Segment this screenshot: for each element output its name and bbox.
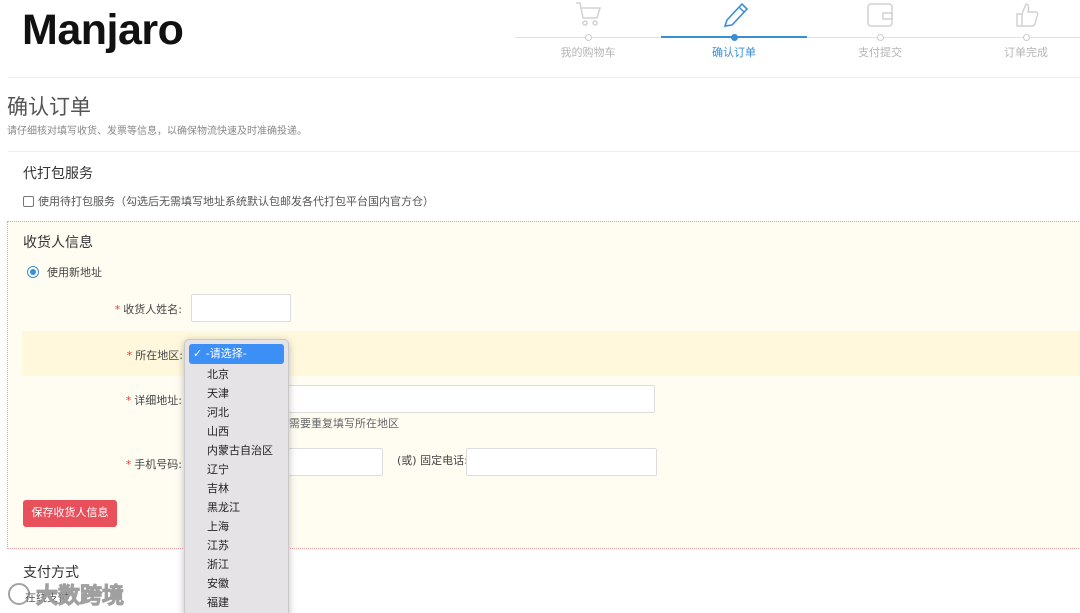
dropdown-option[interactable]: 内蒙古自治区	[185, 441, 288, 460]
logo[interactable]: Manjaro	[22, 6, 184, 55]
dropdown-option[interactable]: 福建	[185, 593, 288, 612]
name-label-text: 收货人姓名:	[123, 303, 182, 316]
name-label: * 收货人姓名:	[100, 301, 182, 317]
use-new-address-option[interactable]: 使用新地址	[27, 264, 102, 280]
phone-label: (或) 固定电话:	[397, 454, 468, 467]
step-label: 我的购物车	[560, 46, 616, 59]
address-hint: 需要重复填写所在地区	[289, 417, 399, 430]
dropdown-option[interactable]: 天津	[185, 384, 288, 403]
required-mark: *	[126, 349, 133, 362]
dropdown-option[interactable]: 河北	[185, 403, 288, 422]
save-receiver-button[interactable]: 保存收货人信息	[23, 500, 117, 527]
new-address-label[interactable]: 使用新地址	[47, 264, 102, 280]
address-label: * 详细地址:	[100, 392, 182, 408]
check-icon: ✓	[193, 347, 206, 360]
step-label: 确认订单	[712, 46, 756, 59]
step-dot	[1022, 34, 1030, 41]
dropdown-option[interactable]: 黑龙江	[185, 498, 288, 517]
address-label-text: 详细地址:	[134, 394, 182, 407]
packing-title: 代打包服务	[23, 166, 93, 182]
step-cart: 我的购物车	[515, 0, 661, 70]
dropdown-options: 北京 天津 河北 山西 内蒙古自治区 辽宁 吉林 黑龙江 上海 江苏 浙江 安徽…	[185, 365, 288, 612]
dropdown-option[interactable]: 上海	[185, 517, 288, 536]
step-label: 支付提交	[858, 46, 902, 59]
pencil-icon	[723, 2, 749, 27]
dropdown-option[interactable]: 浙江	[185, 555, 288, 574]
watermark-text: 大数跨境	[35, 584, 125, 610]
step-dot	[876, 34, 884, 41]
region-label: * 所在地区:	[100, 347, 183, 363]
region-label-text: 所在地区:	[135, 349, 183, 362]
page-title: 确认订单	[7, 95, 91, 119]
step-confirm: 确认订单	[661, 0, 807, 70]
step-done: 订单完成	[953, 0, 1080, 70]
required-mark: *	[114, 303, 121, 316]
checkout-steps: 我的购物车 确认订单 支付提交 订单完成	[515, 0, 1080, 70]
divider	[8, 77, 1080, 78]
page-subtitle: 请仔细核对填写收货、发票等信息，以确保物流快速及时准确投递。	[7, 126, 307, 137]
packing-option[interactable]: 使用待打包服务（勾选后无需填写地址系统默认包邮发各代打包平台国内官方仓）	[23, 193, 434, 209]
selected-option-label: -请选择-	[205, 347, 247, 360]
dropdown-option-selected[interactable]: ✓ -请选择-	[189, 344, 284, 364]
packing-checkbox[interactable]	[23, 195, 34, 207]
packing-checkbox-label[interactable]: 使用待打包服务（勾选后无需填写地址系统默认包邮发各代打包平台国内官方仓）	[38, 193, 434, 209]
required-mark: *	[125, 394, 132, 407]
dropdown-option[interactable]: 辽宁	[185, 460, 288, 479]
dropdown-option[interactable]: 安徽	[185, 574, 288, 593]
required-mark: *	[125, 458, 132, 471]
cart-icon	[576, 2, 602, 26]
dropdown-option[interactable]: 吉林	[185, 479, 288, 498]
region-dropdown[interactable]: ✓ -请选择- 北京 天津 河北 山西 内蒙古自治区 辽宁 吉林 黑龙江 上海 …	[184, 339, 289, 613]
receiver-name-input[interactable]	[191, 294, 291, 322]
step-label: 订单完成	[1004, 46, 1048, 59]
new-address-radio[interactable]	[27, 266, 39, 278]
dropdown-option[interactable]: 江苏	[185, 536, 288, 555]
phone-input[interactable]	[466, 448, 657, 476]
divider	[8, 151, 1080, 152]
mobile-label: * 手机号码:	[100, 456, 182, 472]
receiver-title: 收货人信息	[23, 235, 93, 251]
thumbs-up-icon	[1016, 3, 1039, 27]
watermark-logo-icon	[8, 583, 30, 605]
wallet-icon	[867, 3, 893, 27]
step-dot	[584, 34, 592, 41]
step-dot	[730, 34, 738, 41]
dropdown-option[interactable]: 北京	[185, 365, 288, 384]
watermark: 大数跨境	[8, 578, 125, 610]
step-pay: 支付提交	[807, 0, 953, 70]
dropdown-option[interactable]: 山西	[185, 422, 288, 441]
mobile-label-text: 手机号码:	[134, 458, 182, 471]
